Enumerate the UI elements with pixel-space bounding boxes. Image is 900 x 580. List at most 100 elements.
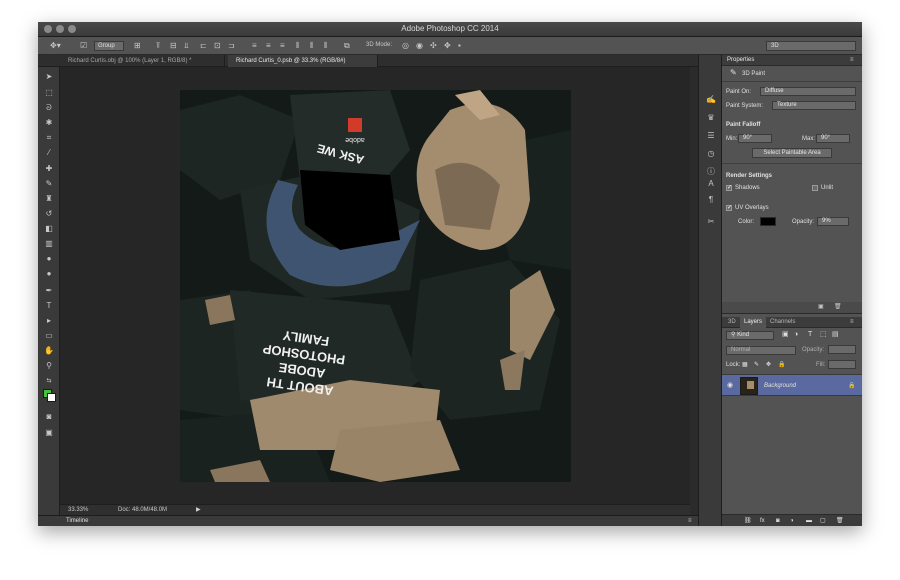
brush-tool-icon[interactable]: ✎ [43, 178, 55, 189]
overlay-color-swatch[interactable] [760, 217, 776, 226]
auto-select-checkbox[interactable]: ☑ [80, 41, 87, 51]
shape-tool-icon[interactable]: ▭ [43, 330, 55, 341]
align-bottom-icon[interactable]: ⫫ [184, 41, 189, 51]
distribute-left-icon[interactable]: ⦀ [296, 41, 300, 51]
orbit-3d-icon[interactable]: ◎ [402, 41, 409, 51]
zoom-tool-icon[interactable]: ⚲ [43, 360, 55, 371]
tools-options-icon[interactable]: ✂ [705, 217, 717, 227]
new-group-icon[interactable]: ▬ [806, 517, 812, 525]
select-paintable-area-button[interactable]: Select Paintable Area [752, 148, 832, 158]
max-angle-field[interactable]: 90° [816, 134, 850, 143]
auto-select-dropdown[interactable]: Group [94, 41, 124, 51]
tab-3d[interactable]: 3D [724, 317, 740, 328]
add-mask-icon[interactable]: ◙ [776, 517, 780, 525]
layer-filter-dropdown[interactable]: ⚲ Kind [726, 331, 774, 340]
lock-position-icon[interactable]: ✥ [766, 361, 771, 369]
align-hcenter-icon[interactable]: ⊡ [214, 41, 221, 51]
adjustment-layer-icon[interactable]: ◑ [790, 517, 794, 525]
filter-shape-icon[interactable]: ⬚ [820, 331, 827, 339]
link-layers-icon[interactable]: ⛓ [744, 517, 752, 525]
clone-stamp-tool-icon[interactable]: ♜ [43, 193, 55, 204]
distribute-hcenter-icon[interactable]: ⦀ [310, 41, 314, 51]
lock-transparent-icon[interactable]: ▦ [742, 361, 748, 369]
drag-3d-icon[interactable]: ✣ [430, 41, 437, 51]
history-brush-tool-icon[interactable]: ↺ [43, 208, 55, 219]
type-tool-icon[interactable]: T [43, 300, 55, 311]
slide-3d-icon[interactable]: ✥ [444, 41, 451, 51]
layer-row-background[interactable]: ◉ Background 🔒 [722, 374, 862, 396]
eraser-tool-icon[interactable]: ◧ [43, 223, 55, 234]
brush-presets-icon[interactable]: ✍ [705, 95, 717, 105]
min-angle-field[interactable]: 90° [738, 134, 772, 143]
layer-style-icon[interactable]: fx [760, 517, 765, 525]
background-color-swatch[interactable] [47, 393, 56, 402]
scale-3d-icon[interactable]: ▪ [458, 41, 461, 51]
render-icon[interactable]: ▣ [818, 302, 824, 313]
align-right-icon[interactable]: ⊐ [228, 41, 235, 51]
paint-system-dropdown[interactable]: Texture [772, 101, 856, 110]
blend-mode-dropdown[interactable]: Normal [726, 346, 796, 355]
distribute-right-icon[interactable]: ⦀ [324, 41, 328, 51]
path-selection-tool-icon[interactable]: ▸ [43, 315, 55, 326]
filter-smart-object-icon[interactable]: ▤ [832, 331, 839, 339]
align-vcenter-icon[interactable]: ⊟ [170, 41, 177, 51]
lasso-tool-icon[interactable]: ᘐ [43, 102, 55, 113]
vertical-scrollbar[interactable] [690, 67, 698, 515]
tab-channels[interactable]: Channels [766, 317, 799, 328]
distribute-top-icon[interactable]: ≡ [252, 41, 257, 51]
tab-layers[interactable]: Layers [740, 317, 767, 328]
dodge-tool-icon[interactable]: ● [43, 268, 55, 279]
screen-mode-icon[interactable]: ▣ [43, 427, 55, 438]
quick-selection-tool-icon[interactable]: ✱ [43, 117, 55, 128]
texture-canvas[interactable]: adobe ASK WE ABOUT TH ADOBE PHOTOSHOP FA… [180, 90, 571, 482]
filter-pixel-icon[interactable]: ▣ [782, 331, 789, 339]
pen-tool-icon[interactable]: ✒ [43, 285, 55, 296]
lock-all-icon[interactable]: 🔒 [778, 361, 785, 369]
layer-fill-field[interactable] [828, 360, 856, 369]
healing-brush-tool-icon[interactable]: ✚ [43, 163, 55, 174]
overlay-opacity-field[interactable]: 9% [817, 217, 849, 226]
new-layer-icon[interactable]: ▢ [820, 517, 826, 525]
gradient-tool-icon[interactable]: ▥ [43, 238, 55, 249]
panel-menu-icon[interactable]: ≡ [850, 55, 854, 66]
paint-on-dropdown[interactable]: Diffuse [760, 87, 856, 96]
adjustments-icon[interactable]: ☰ [705, 131, 717, 141]
delete-icon[interactable]: 🗑 [834, 302, 842, 313]
layers-menu-icon[interactable]: ≡ [850, 317, 854, 328]
align-left-icon[interactable]: ⊏ [200, 41, 207, 51]
distribute-vcenter-icon[interactable]: ≡ [266, 41, 271, 51]
filter-adjustment-icon[interactable]: ◑ [794, 331, 798, 339]
layer-opacity-field[interactable] [828, 345, 856, 354]
blur-tool-icon[interactable]: ● [43, 253, 55, 264]
shadows-checkbox[interactable]: ✓ [726, 185, 732, 191]
workspace-switcher[interactable]: 3D [766, 41, 856, 51]
filter-type-icon[interactable]: T [808, 331, 812, 339]
clone-source-icon[interactable]: ♛ [705, 113, 717, 123]
crop-tool-icon[interactable]: ⌗ [43, 132, 55, 143]
history-icon[interactable]: ◷ [705, 149, 717, 159]
timeline-tab[interactable]: Timeline [66, 516, 88, 526]
unlit-checkbox[interactable] [812, 185, 818, 191]
delete-layer-icon[interactable]: 🗑 [836, 517, 844, 525]
move-tool-icon[interactable]: ✥▾ [50, 41, 61, 51]
tab-richard-curtis-obj[interactable]: Richard Curtis.obj @ 100% (Layer 1, RGB/… [60, 55, 225, 67]
swap-colors-icon[interactable]: ⇆ [43, 376, 55, 387]
quick-mask-icon[interactable]: ◙ [43, 411, 55, 422]
character-icon[interactable]: A [705, 179, 717, 189]
eyedropper-tool-icon[interactable]: ⁄ [43, 147, 55, 158]
show-transform-controls-icon[interactable]: ⊞ [134, 41, 141, 51]
marquee-tool-icon[interactable]: ⬚ [43, 87, 55, 98]
timeline-menu-icon[interactable]: ≡ [688, 516, 692, 526]
paragraph-icon[interactable]: ¶ [705, 195, 717, 205]
lock-image-icon[interactable]: ✎ [754, 361, 759, 369]
distribute-bottom-icon[interactable]: ≡ [280, 41, 285, 51]
auto-align-icon[interactable]: ⧉ [344, 41, 350, 51]
move-tool-icon[interactable]: ➤ [43, 71, 55, 82]
align-top-icon[interactable]: ⫪ [156, 41, 161, 51]
hand-tool-icon[interactable]: ✋ [43, 345, 55, 356]
roll-3d-icon[interactable]: ◉ [416, 41, 423, 51]
tab-richard-curtis-psb[interactable]: Richard Curtis_0.psb @ 33.3% (RGB/8#) [228, 55, 378, 67]
eye-icon[interactable]: ◉ [727, 382, 733, 390]
info-icon[interactable]: ⓘ [705, 167, 717, 177]
uv-overlays-checkbox[interactable]: ✓ [726, 205, 732, 211]
